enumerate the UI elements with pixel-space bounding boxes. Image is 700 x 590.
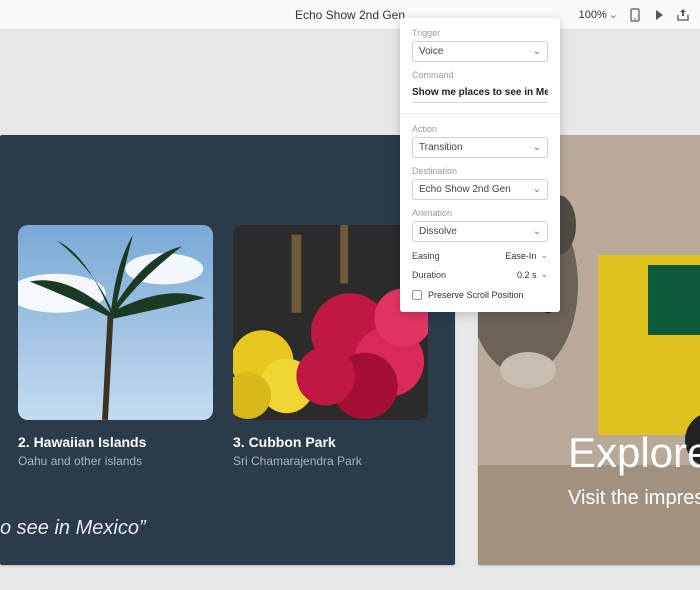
chevron-down-icon: ⌄ xyxy=(533,226,541,237)
chevron-down-icon: ⌄ xyxy=(540,269,548,280)
headline: Explore xyxy=(568,429,700,477)
label-destination: Destination xyxy=(412,166,548,176)
share-icon[interactable] xyxy=(676,8,690,22)
action-select[interactable]: Transition⌄ xyxy=(412,137,548,158)
chevron-down-icon: ⌄ xyxy=(533,46,541,57)
place-card[interactable]: 3. Cubbon Park Sri Chamarajendra Park xyxy=(233,225,428,468)
chevron-down-icon: ⌄ xyxy=(609,8,618,21)
zoom-dropdown[interactable]: 100% ⌄ xyxy=(579,8,618,21)
play-icon[interactable] xyxy=(652,8,666,22)
label-animation: Animation xyxy=(412,208,548,218)
duration-select[interactable]: 0.2 s⌄ xyxy=(517,269,548,280)
card-title: 3. Cubbon Park xyxy=(233,434,428,450)
preserve-scroll-label: Preserve Scroll Position xyxy=(428,290,524,300)
chevron-down-icon: ⌄ xyxy=(540,250,548,261)
toolbar-right: 100% ⌄ xyxy=(579,8,690,22)
zoom-value: 100% xyxy=(579,9,607,21)
app-toolbar: Echo Show 2nd Gen 100% ⌄ xyxy=(0,0,700,30)
label-command: Command xyxy=(412,70,548,80)
preserve-scroll-checkbox[interactable]: Preserve Scroll Position xyxy=(412,290,548,300)
card-image xyxy=(233,225,428,420)
label-easing: Easing xyxy=(412,251,440,261)
label-action: Action xyxy=(412,124,548,134)
label-duration: Duration xyxy=(412,270,446,280)
device-preview-icon[interactable] xyxy=(628,8,642,22)
chevron-down-icon: ⌄ xyxy=(533,184,541,195)
artboard-places[interactable]: 2. Hawaiian Islands Oahu and other islan… xyxy=(0,135,455,565)
card-subtitle: Sri Chamarajendra Park xyxy=(233,454,428,468)
subline: Visit the impres xyxy=(568,487,700,510)
checkbox-icon xyxy=(412,290,422,300)
place-card[interactable]: 2. Hawaiian Islands Oahu and other islan… xyxy=(18,225,213,468)
canvas: Echo Show 2nd Gen 100% ⌄ xyxy=(0,0,700,590)
voice-quote: o see in Mexico” xyxy=(0,517,146,540)
easing-select[interactable]: Ease-In⌄ xyxy=(505,250,548,261)
prototype-panel: Trigger Voice⌄ Command Action Transition… xyxy=(400,18,560,312)
card-subtitle: Oahu and other islands xyxy=(18,454,213,468)
animation-select[interactable]: Dissolve⌄ xyxy=(412,221,548,242)
label-trigger: Trigger xyxy=(412,28,548,38)
command-input[interactable] xyxy=(412,83,548,103)
card-image xyxy=(18,225,213,420)
chevron-down-icon: ⌄ xyxy=(533,142,541,153)
card-title: 2. Hawaiian Islands xyxy=(18,434,213,450)
trigger-select[interactable]: Voice⌄ xyxy=(412,41,548,62)
destination-select[interactable]: Echo Show 2nd Gen⌄ xyxy=(412,179,548,200)
